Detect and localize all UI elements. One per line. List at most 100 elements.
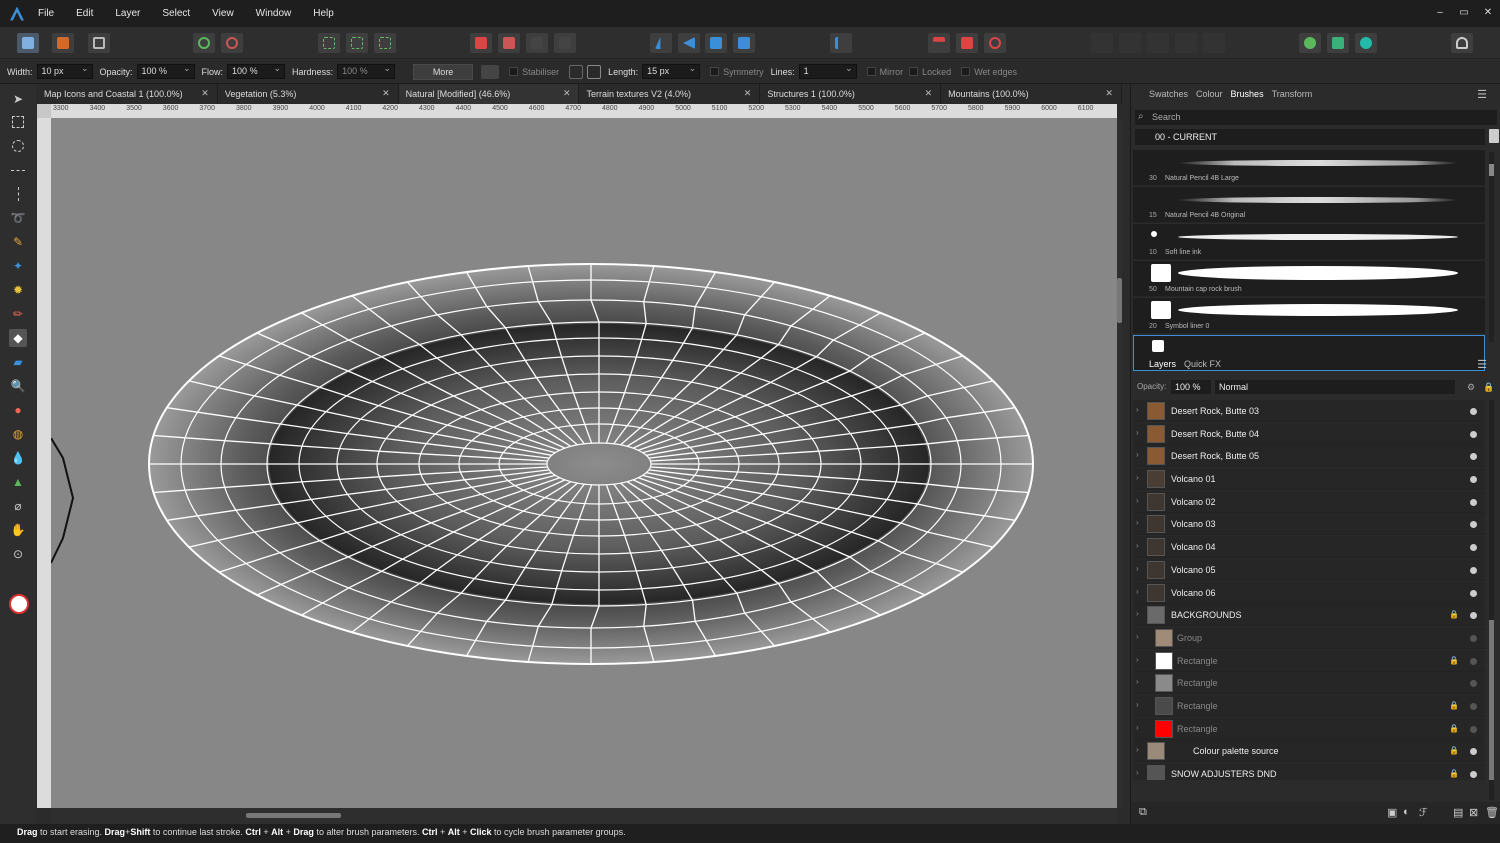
vertical-scrollbar[interactable]: [1117, 118, 1122, 808]
layer-opacity-field[interactable]: 100 %: [1171, 380, 1211, 394]
expand-chevron-icon[interactable]: ›: [1136, 700, 1139, 709]
lock-icon[interactable]: 🔒: [1449, 701, 1459, 710]
snapping-icon[interactable]: [221, 33, 243, 53]
colour-swatch-icon[interactable]: [9, 594, 29, 614]
persona-export-icon[interactable]: [88, 33, 110, 53]
layer-options-icon[interactable]: ⧉: [1139, 806, 1147, 819]
visibility-dot-icon[interactable]: [1470, 498, 1477, 506]
visibility-dot-icon[interactable]: [1470, 680, 1477, 688]
layer-row[interactable]: › Colour palette source 🔒: [1133, 740, 1485, 763]
row-marquee-icon[interactable]: [9, 161, 27, 179]
wet-edges-checkbox[interactable]: [961, 67, 971, 76]
studio-link-icon[interactable]: [1299, 33, 1321, 53]
visibility-dot-icon[interactable]: [1470, 725, 1477, 733]
layer-row[interactable]: › Rectangle 🔒: [1133, 717, 1485, 740]
visibility-dot-icon[interactable]: [1470, 612, 1477, 620]
symmetry-checkbox[interactable]: [710, 67, 720, 76]
brush-item[interactable]: 10 Soft line ink: [1133, 224, 1485, 260]
selection-brush-icon[interactable]: ✎: [9, 233, 27, 251]
burn-tool-icon[interactable]: ●: [9, 401, 27, 419]
visibility-dot-icon[interactable]: [1470, 453, 1477, 461]
visibility-dot-icon[interactable]: [1470, 589, 1477, 597]
horizontal-ruler[interactable]: 3300 3400 3500 3600 3700 3800 3900 4000 4100 4200…: [51, 104, 1117, 118]
rotate-right-icon[interactable]: [733, 33, 755, 53]
tab-doc-6[interactable]: Mountains (100.0%) ✕: [941, 84, 1122, 104]
brush-item[interactable]: 15 Natural Pencil 4B Original: [1133, 187, 1485, 223]
settings-gear-icon[interactable]: [193, 33, 215, 53]
layer-row[interactable]: › Volcano 05: [1133, 558, 1485, 581]
blur-tool-icon[interactable]: 💧: [9, 449, 27, 467]
mask-layer-icon[interactable]: ▣: [1387, 806, 1397, 819]
delete-layer-icon[interactable]: 🗑: [1485, 806, 1499, 819]
tab-brushes[interactable]: Brushes: [1231, 89, 1264, 99]
layer-row[interactable]: › Volcano 02: [1133, 490, 1485, 513]
lock-icon[interactable]: 🔒: [1449, 610, 1459, 619]
panel-menu-icon[interactable]: ☰: [1477, 88, 1487, 101]
erase-brush-icon[interactable]: ◆: [9, 329, 27, 347]
menu-layer[interactable]: Layer: [115, 8, 140, 19]
tab-doc-1[interactable]: Map Icons and Coastal 1 (100.0%) ✕: [37, 84, 218, 104]
studio-link-2-icon[interactable]: [1327, 33, 1349, 53]
persona-pixel-icon[interactable]: [52, 33, 74, 53]
paint-brush-icon[interactable]: ✏: [9, 305, 27, 323]
disabled-tool-3-icon[interactable]: [1147, 33, 1169, 53]
visibility-dot-icon[interactable]: [1470, 521, 1477, 529]
menu-window[interactable]: Window: [256, 8, 292, 19]
arrange-back-icon[interactable]: [470, 33, 492, 53]
flood-select-icon[interactable]: ✦: [9, 257, 27, 275]
rope-mode-icon[interactable]: [569, 64, 584, 79]
group-layers-icon[interactable]: ⊠: [1469, 806, 1478, 819]
layer-row[interactable]: › Volcano 03: [1133, 513, 1485, 536]
layer-row[interactable]: › Desert Rock, Butte 04: [1133, 422, 1485, 445]
blend-mode-select[interactable]: Normal: [1215, 380, 1455, 394]
menu-select[interactable]: Select: [162, 8, 190, 19]
close-tab-icon[interactable]: ✕: [1105, 88, 1113, 99]
invert-selection-icon[interactable]: [374, 33, 396, 53]
expand-chevron-icon[interactable]: ›: [1136, 677, 1139, 686]
layer-row[interactable]: › SNOW ADJUSTERS DND 🔒: [1133, 763, 1485, 780]
crop-tool-icon[interactable]: ✹: [9, 281, 27, 299]
select-none-icon[interactable]: [346, 33, 368, 53]
user-account-icon[interactable]: [1451, 33, 1473, 53]
brush-item[interactable]: 50 Mountain cap rock brush: [1133, 261, 1485, 297]
visibility-dot-icon[interactable]: [1470, 634, 1477, 642]
blend-options-gear-icon[interactable]: ⚙: [1467, 382, 1475, 393]
lock-icon[interactable]: 🔒: [1449, 769, 1459, 778]
locked-checkbox[interactable]: [909, 67, 919, 76]
tab-quick-fx[interactable]: Quick FX: [1184, 359, 1221, 369]
adjustment-layer-icon[interactable]: ◐: [1403, 806, 1410, 818]
arrange-forward-icon[interactable]: [498, 33, 520, 53]
menu-file[interactable]: File: [38, 8, 54, 19]
expand-chevron-icon[interactable]: ›: [1136, 632, 1139, 641]
opacity-field[interactable]: 100 %: [136, 63, 195, 79]
minimize-button[interactable]: –: [1428, 0, 1452, 27]
brush-item[interactable]: 20 Symbol liner 0: [1133, 298, 1485, 334]
expand-chevron-icon[interactable]: ›: [1136, 496, 1139, 505]
layer-row[interactable]: › Rectangle: [1133, 672, 1485, 695]
stabiliser-checkbox[interactable]: [509, 67, 519, 76]
tab-layers[interactable]: Layers: [1149, 359, 1176, 369]
undo-history-icon[interactable]: [984, 33, 1006, 53]
layer-row[interactable]: › Rectangle 🔒: [1133, 694, 1485, 717]
expand-chevron-icon[interactable]: ›: [1136, 655, 1139, 664]
brush-category-select[interactable]: 00 - CURRENT: [1135, 129, 1485, 145]
layer-row[interactable]: › Volcano 01: [1133, 468, 1485, 491]
expand-chevron-icon[interactable]: ›: [1136, 723, 1139, 732]
brush-list-scrollbar[interactable]: [1489, 152, 1494, 342]
visibility-dot-icon[interactable]: [1470, 408, 1477, 415]
expand-chevron-icon[interactable]: ›: [1136, 609, 1139, 618]
force-pressure-icon[interactable]: [481, 64, 500, 79]
visibility-dot-icon[interactable]: [1470, 476, 1477, 484]
expand-chevron-icon[interactable]: ›: [1136, 450, 1139, 459]
tab-colour[interactable]: Colour: [1196, 89, 1223, 99]
flood-fill-icon[interactable]: ▰: [9, 353, 27, 371]
expand-chevron-icon[interactable]: ›: [1136, 405, 1139, 414]
layer-row[interactable]: › Group: [1133, 626, 1485, 649]
tab-doc-5[interactable]: Structures 1 (100.0%) ✕: [760, 84, 942, 104]
zoom-lens-icon[interactable]: 🔍: [9, 377, 27, 395]
tab-doc-3[interactable]: Natural [Modified] (46.6%) ✕: [398, 84, 580, 104]
width-field[interactable]: 10 px: [36, 63, 93, 79]
add-pixel-layer-icon[interactable]: ▤: [1453, 806, 1463, 819]
expand-chevron-icon[interactable]: ›: [1136, 745, 1139, 754]
hand-tool-icon[interactable]: ✋: [9, 521, 27, 539]
